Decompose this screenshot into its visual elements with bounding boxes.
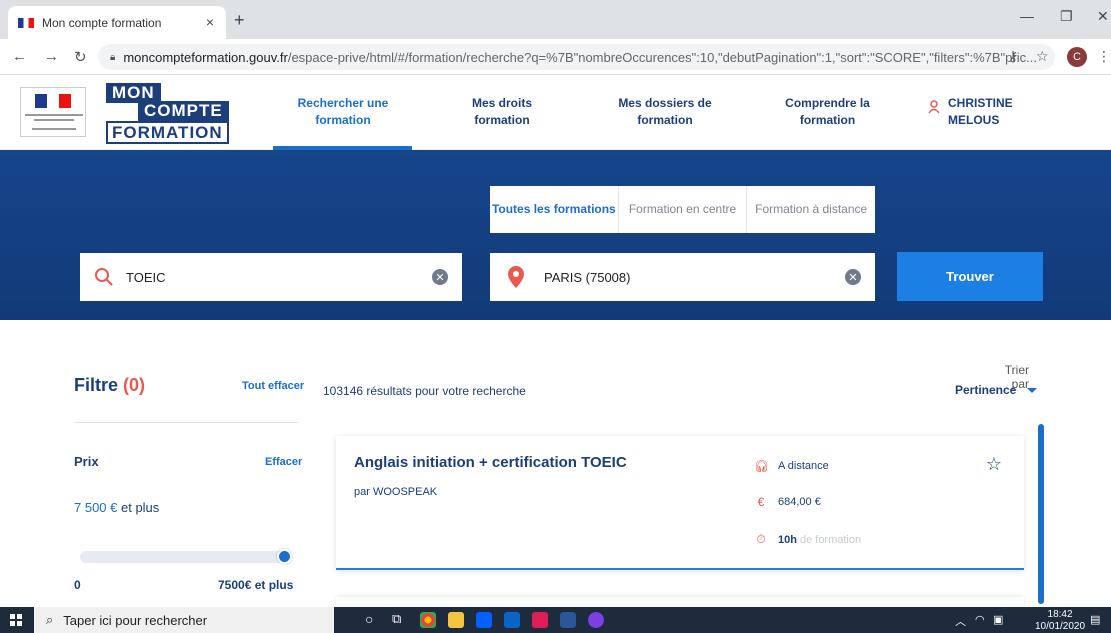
profile-avatar[interactable]: C xyxy=(1067,47,1087,67)
results-count: 103146 résultats pour votre recherche xyxy=(323,384,526,398)
location-pin-icon xyxy=(508,266,524,288)
close-tab-icon[interactable]: × xyxy=(206,14,214,30)
network-icon[interactable]: ◠ xyxy=(975,613,985,626)
taskbar-search-icon: ⌕ xyxy=(46,612,54,627)
taskbar-search[interactable]: ⌕ Taper ici pour rechercher xyxy=(34,607,334,633)
filter-divider xyxy=(74,422,298,423)
reload-icon[interactable]: ↻ xyxy=(74,48,87,66)
trouver-button[interactable]: Trouver xyxy=(897,252,1043,301)
url-bar[interactable]: 🔒︎ moncompteformation.gouv.fr/espace-pri… xyxy=(98,44,1055,70)
notifications-icon[interactable]: ▤ xyxy=(1090,613,1100,626)
clear-query-icon[interactable]: ✕ xyxy=(432,269,448,285)
outlook-icon[interactable] xyxy=(504,612,520,628)
tray-chevron-icon[interactable]: ︿ xyxy=(955,613,966,629)
location-input[interactable]: PARIS (75008) ✕ xyxy=(490,253,875,301)
nav-rechercher-formation[interactable]: Rechercher une formation xyxy=(290,95,396,129)
url-host: moncompteformation.gouv.fr xyxy=(123,49,288,65)
tab-formation-en-centre[interactable]: Formation en centre xyxy=(619,186,748,233)
euro-icon: € xyxy=(757,495,765,509)
word-icon[interactable] xyxy=(560,612,576,628)
nav-comprendre[interactable]: Comprendre la formation xyxy=(780,95,875,129)
windows-taskbar: ⌕ Taper ici pour rechercher ○ ⧉ ︿ ◠ ▣ 18… xyxy=(0,607,1111,633)
slack-icon[interactable] xyxy=(532,612,548,628)
taskbar-clock[interactable]: 18:42 10/01/2020 xyxy=(1035,609,1085,633)
restore-icon[interactable]: ❐ xyxy=(1060,8,1073,25)
file-explorer-icon[interactable] xyxy=(448,612,464,628)
more-menu-icon[interactable]: ⋮ xyxy=(1097,48,1111,65)
user-first-name: CHRISTINE xyxy=(948,96,1013,110)
user-icon xyxy=(928,100,940,114)
tab-toutes-formations[interactable]: Toutes les formations xyxy=(490,186,619,233)
chrome-icon[interactable] xyxy=(420,612,436,628)
dropbox-icon[interactable] xyxy=(476,612,492,628)
price-slider-max: 7500€ et plus xyxy=(218,578,294,592)
favorite-star-icon[interactable]: ☆ xyxy=(986,454,1002,475)
user-last-name: MELOUS xyxy=(948,113,1000,127)
filter-title: Filtre (0) xyxy=(74,375,146,395)
minimize-icon[interactable]: — xyxy=(1020,8,1034,24)
search-icon xyxy=(95,268,113,286)
price-slider-track[interactable] xyxy=(80,551,290,563)
clear-all-filters-link[interactable]: Tout effacer xyxy=(242,380,304,392)
result-mode: 🎧︎ A distance xyxy=(754,459,829,473)
price-slider-min: 0 xyxy=(74,578,81,592)
search-query-value: TOEIC xyxy=(126,269,166,285)
results-scrollbar[interactable] xyxy=(1038,424,1044,604)
location-value: PARIS (75008) xyxy=(544,269,631,285)
filter-count: (0) xyxy=(123,375,146,395)
lock-icon: 🔒︎ xyxy=(110,51,116,63)
clear-price-link[interactable]: Effacer xyxy=(265,456,302,468)
forward-icon[interactable]: → xyxy=(44,48,59,65)
price-filter-label: Prix xyxy=(74,454,99,469)
url-path: /espace-prive/html/#/formation/recherche… xyxy=(287,49,1037,65)
browser-tab[interactable]: Mon compte formation × xyxy=(8,6,226,39)
nav-mes-droits[interactable]: Mes droits formation xyxy=(462,95,542,129)
tab-formation-a-distance[interactable]: Formation à distance xyxy=(747,186,875,233)
new-tab-button[interactable]: + xyxy=(234,10,245,31)
sort-dropdown[interactable]: Pertinence xyxy=(955,383,1016,397)
close-window-icon[interactable]: ✕ xyxy=(1097,8,1109,25)
result-provider: par WOOSPEAK xyxy=(354,486,438,498)
task-view-icon[interactable]: ⧉ xyxy=(392,611,401,627)
timer-icon: ⏱︎ xyxy=(756,532,766,546)
search-query-input[interactable]: TOEIC ✕ xyxy=(80,253,462,301)
cortana-icon[interactable]: ○ xyxy=(365,611,373,627)
headphones-icon: 🎧︎ xyxy=(754,459,770,473)
result-price: € 684,00 € xyxy=(754,495,821,509)
nav-mes-dossiers[interactable]: Mes dossiers de formation xyxy=(610,95,720,129)
result-card[interactable]: Anglais initiation + certification TOEIC… xyxy=(336,436,1024,570)
price-filter-value: 7 500 € et plus xyxy=(74,500,160,515)
favicon-icon xyxy=(18,17,34,28)
back-icon[interactable]: ← xyxy=(12,48,27,65)
price-slider-handle[interactable] xyxy=(277,549,292,564)
site-header: MON COMPTE FORMATION Rechercher une form… xyxy=(0,75,1111,150)
bookmark-star-icon[interactable]: ☆ xyxy=(1036,48,1049,65)
formation-type-tabs: Toutes les formations Formation en centr… xyxy=(490,186,875,233)
result-duration: ⏱︎ 10h de formation xyxy=(754,532,861,547)
republique-francaise-logo xyxy=(20,87,86,137)
mon-compte-formation-logo[interactable]: MON COMPTE FORMATION xyxy=(106,83,229,144)
tab-title: Mon compte formation xyxy=(42,15,162,30)
key-icon[interactable]: ⚷ xyxy=(1008,48,1018,65)
result-card-next[interactable] xyxy=(336,597,1024,607)
user-menu[interactable]: CHRISTINE MELOUS xyxy=(948,95,1013,129)
result-title[interactable]: Anglais initiation + certification TOEIC xyxy=(354,454,627,471)
windows-start-icon[interactable] xyxy=(10,614,22,626)
address-toolbar: ← → ↻ 🔒︎ moncompteformation.gouv.fr/espa… xyxy=(0,39,1111,75)
tray-app-icon[interactable]: ▣ xyxy=(993,613,1003,626)
clear-location-icon[interactable]: ✕ xyxy=(845,269,861,285)
sort-caret-icon[interactable] xyxy=(1027,388,1037,393)
browser-tab-bar: Mon compte formation × + — ❐ ✕ xyxy=(0,0,1111,39)
app-icon[interactable] xyxy=(588,612,604,628)
